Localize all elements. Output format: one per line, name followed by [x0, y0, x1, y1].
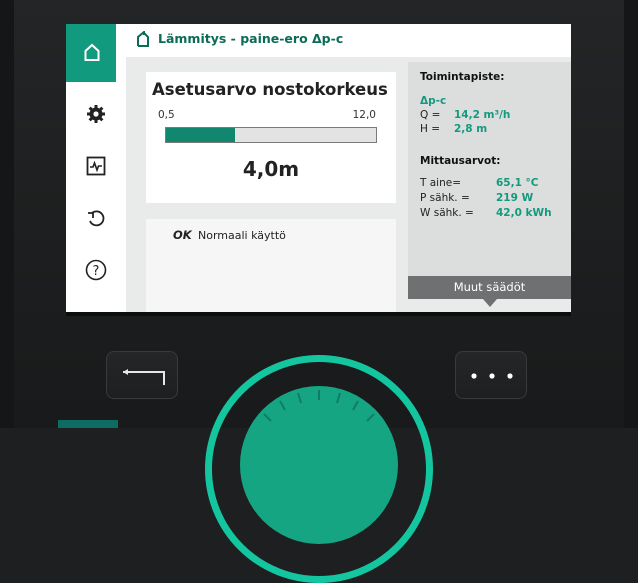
flow-label: Q =	[420, 109, 441, 121]
page-title: Lämmitys - paine-ero Δp-c	[158, 31, 344, 46]
flow-value: 14,2 m³/h	[454, 109, 511, 121]
setpoint-bar-fill	[166, 128, 236, 142]
sidebar-item-restore[interactable]	[66, 194, 126, 242]
measurement-value: 219 W	[496, 192, 534, 204]
measurement-label: W sähk. =	[420, 207, 474, 219]
housing-edge-right	[624, 0, 638, 428]
operating-point-heading: Toimintapiste:	[420, 71, 505, 83]
pulse-monitor-icon	[86, 156, 106, 176]
measurement-label: T aine=	[420, 177, 462, 189]
setpoint-value: 4,0m	[242, 157, 300, 181]
setpoint-bar	[165, 127, 377, 143]
svg-text:?: ?	[93, 264, 100, 279]
context-menu-button[interactable]	[455, 351, 527, 399]
sidebar-item-home[interactable]	[66, 24, 116, 82]
back-arrow-icon	[123, 369, 165, 385]
setpoint-min: 0,5	[158, 109, 175, 121]
undo-icon	[88, 210, 105, 227]
display-screen: Lämmitys - paine-ero Δp-c ? Asetusarvo n…	[66, 24, 571, 312]
head-value: 2,8 m	[454, 123, 488, 135]
dial-ticks	[263, 390, 375, 422]
sidebar-item-help[interactable]: ?	[66, 246, 126, 294]
measurements-heading: Mittausarvot:	[420, 155, 501, 167]
sidebar: ?	[66, 24, 126, 312]
help-icon: ?	[85, 259, 107, 281]
housing-edge-left	[0, 0, 14, 428]
head-label: H =	[420, 123, 441, 135]
setpoint-title: Asetusarvo nostokorkeus	[152, 80, 388, 99]
home-icon	[137, 31, 149, 47]
screen-bottom-edge	[66, 312, 571, 316]
measurement-value: 65,1 °C	[496, 177, 539, 189]
status-code: OK	[173, 228, 192, 242]
setpoint-panel[interactable]: Asetusarvo nostokorkeus 0,5 12,0 4,0m	[146, 72, 396, 203]
more-dots-icon	[471, 373, 513, 379]
status-light	[58, 420, 118, 428]
measurement-value: 42,0 kWh	[496, 207, 552, 219]
status-text: Normaali käyttö	[198, 229, 286, 242]
gear-icon	[87, 105, 105, 123]
operating-mode: Δp-c	[420, 95, 447, 107]
title-bar: Lämmitys - paine-ero Δp-c	[66, 24, 571, 57]
home-icon	[84, 43, 100, 61]
operating-info-panel: Toimintapiste: Δp-c Q = 14,2 m³/h H = 2,…	[408, 62, 571, 276]
more-settings-button[interactable]: Muut säädöt	[408, 276, 571, 299]
measurement-label: P sähk. =	[420, 192, 470, 204]
back-button[interactable]	[106, 351, 178, 399]
sidebar-item-settings[interactable]	[66, 90, 126, 138]
sidebar-item-diagnostics[interactable]	[66, 142, 126, 190]
setpoint-max: 12,0	[352, 109, 376, 121]
more-settings-pointer	[483, 299, 497, 307]
status-panel: OK Normaali käyttö	[146, 219, 396, 312]
